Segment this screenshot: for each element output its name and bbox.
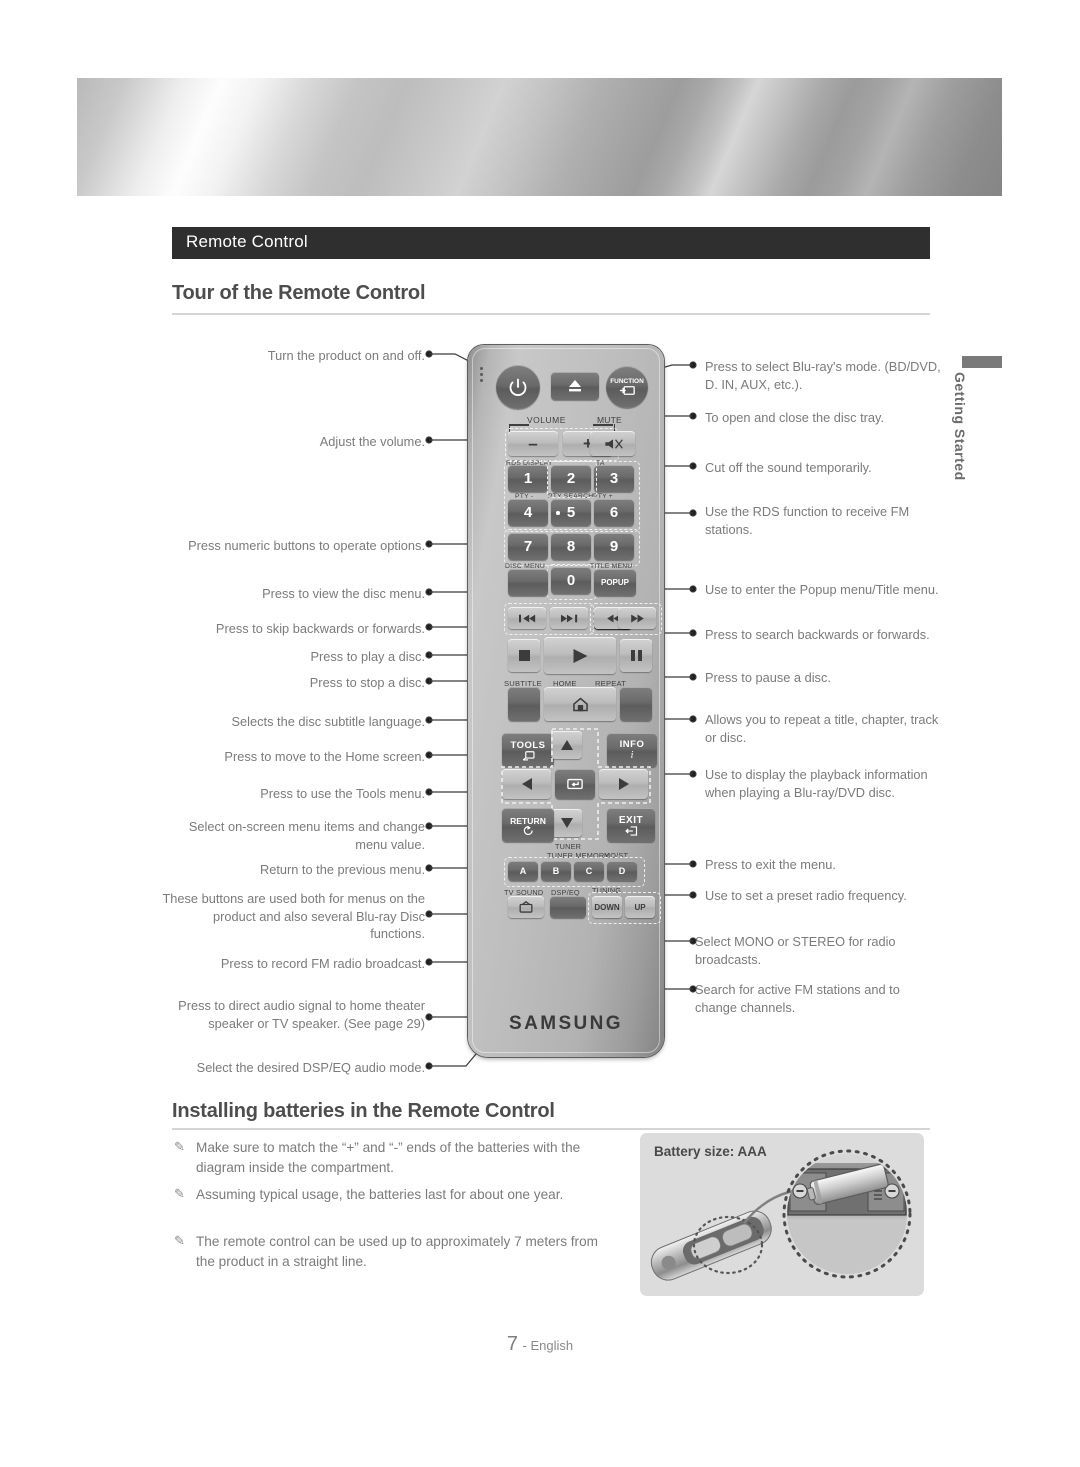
battery-illustration-panel: Battery size: AAA <box>640 1133 924 1296</box>
mute-icon <box>604 438 623 449</box>
callout-skip: Press to skip backwards or forwards. <box>215 621 425 636</box>
callout-play: Press to play a disc. <box>310 649 425 664</box>
power-button[interactable] <box>496 365 540 409</box>
heading-tour-rule <box>172 313 930 315</box>
exit-icon <box>624 825 637 836</box>
return-button[interactable]: RETURN <box>502 808 554 842</box>
tv-icon <box>519 901 533 913</box>
callout-mute: Cut off the sound temporarily. <box>705 460 872 475</box>
return-arrow-icon <box>523 825 533 835</box>
callout-volume: Adjust the volume. <box>319 434 425 449</box>
callout-exit: Press to exit the menu. <box>705 857 836 872</box>
section-title-text: Remote Control <box>186 232 308 251</box>
note-2: Assuming typical usage, the batteries la… <box>196 1187 564 1202</box>
home-button[interactable] <box>544 687 616 721</box>
remote-back-illustration <box>650 1210 772 1281</box>
dsp-eq-button[interactable] <box>550 896 586 918</box>
exit-button[interactable]: EXIT <box>607 808 655 842</box>
page-language: - English <box>522 1338 574 1353</box>
return-button-label: RETURN <box>510 815 546 826</box>
page-number: 7 <box>506 1333 519 1355</box>
tuner-label: TUNER <box>555 842 582 851</box>
header-banner-image <box>77 78 1002 196</box>
search-backward-button[interactable] <box>594 607 632 629</box>
callout-subtitle: Selects the disc subtitle language. <box>231 714 426 729</box>
eject-button[interactable] <box>551 372 599 400</box>
callout-tuner-memory: Use to set a preset radio frequency. <box>705 888 907 903</box>
section-title-bar: Remote Control <box>172 227 930 259</box>
numbers-789-outline <box>504 529 640 566</box>
stop-button[interactable] <box>508 639 540 672</box>
callout-disc-menu: Press to view the disc menu. <box>262 586 425 601</box>
heading-batteries-rule <box>172 1128 930 1130</box>
heading-batteries: Installing batteries in the Remote Contr… <box>172 1100 555 1122</box>
callout-home: Press to move to the Home screen. <box>224 749 425 764</box>
note-pencil-icon-1: ✎ <box>174 1139 185 1154</box>
note-pencil-icon-2: ✎ <box>174 1186 185 1201</box>
popup-button[interactable]: POPUP <box>594 569 636 596</box>
mute-button[interactable] <box>590 431 635 456</box>
callout-eject: To open and close the disc tray. <box>705 410 885 425</box>
callout-info: Use to display the playback information … <box>705 767 928 800</box>
disc-menu-button[interactable] <box>508 569 548 596</box>
heading-tour: Tour of the Remote Control <box>172 282 426 304</box>
tv-sound-button[interactable] <box>508 896 544 918</box>
exit-button-label: EXIT <box>618 814 644 826</box>
battery-diagram <box>650 1149 912 1281</box>
callout-tools: Press to use the Tools menu. <box>260 786 425 801</box>
side-tab-marker <box>962 356 1002 368</box>
function-button-label: FUNCTION <box>610 378 644 385</box>
callout-navigation: Select on-screen menu items and change m… <box>188 819 425 852</box>
callout-rds: Use the RDS function to receive FM stati… <box>705 504 910 537</box>
manual-page: Remote Control Tour of the Remote Contro… <box>0 0 1080 1467</box>
callout-mono-stereo: Select MONO or STEREO for radio broadcas… <box>695 934 896 967</box>
callout-numeric: Press numeric buttons to operate options… <box>188 538 425 553</box>
callout-repeat: Allows you to repeat a title, chapter, t… <box>705 712 939 745</box>
note-3: The remote control can be used up to app… <box>196 1234 598 1269</box>
callout-return: Return to the previous menu. <box>259 862 425 877</box>
tuning-outline <box>588 892 661 924</box>
callout-power: Turn the product on and off. <box>267 348 425 363</box>
callout-pause: Press to pause a disc. <box>705 670 831 685</box>
callout-stop: Press to stop a disc. <box>309 675 425 690</box>
ir-emitter-dots <box>480 367 488 387</box>
volume-bracket-left <box>509 424 529 426</box>
function-button[interactable]: FUNCTION <box>606 366 648 408</box>
repeat-button[interactable] <box>620 687 652 721</box>
note-pencil-icon-3: ✎ <box>174 1233 185 1248</box>
number-2-outline <box>547 461 597 498</box>
note-1: Make sure to match the “+” and “-” ends … <box>196 1140 581 1175</box>
skip-group-outline <box>504 603 594 635</box>
remote-control-image: FUNCTION VOLUME – + MUTE RDS DISPLAY TA … <box>468 345 664 1057</box>
battery-compartment-closeup <box>787 1154 907 1274</box>
side-tab-label: Getting Started <box>952 372 968 481</box>
mute-label: MUTE <box>597 415 622 425</box>
brand-logo: SAMSUNG <box>509 1013 623 1034</box>
color-buttons-outline <box>504 857 645 887</box>
page-footer: 7 - English <box>0 1333 1080 1356</box>
play-button[interactable] <box>544 637 616 674</box>
callout-color-buttons: These buttons are used both for menus on… <box>162 891 425 941</box>
source-icon <box>619 386 635 395</box>
callout-tv-sound: Press to direct audio signal to home the… <box>178 998 425 1031</box>
pause-button[interactable] <box>620 639 652 672</box>
callout-function: Press to select Blu-ray's mode. (BD/DVD,… <box>705 359 941 392</box>
callout-record: Press to record FM radio broadcast. <box>220 956 425 971</box>
callout-tuning: Search for active FM stations and to cha… <box>695 982 900 1015</box>
callout-popup: Use to enter the Popup menu/Title menu. <box>705 582 939 597</box>
callout-search: Press to search backwards or forwards. <box>705 627 930 642</box>
home-icon <box>572 697 588 711</box>
callout-dsp-eq: Select the desired DSP/EQ audio mode. <box>196 1060 425 1075</box>
subtitle-button[interactable] <box>508 687 540 721</box>
